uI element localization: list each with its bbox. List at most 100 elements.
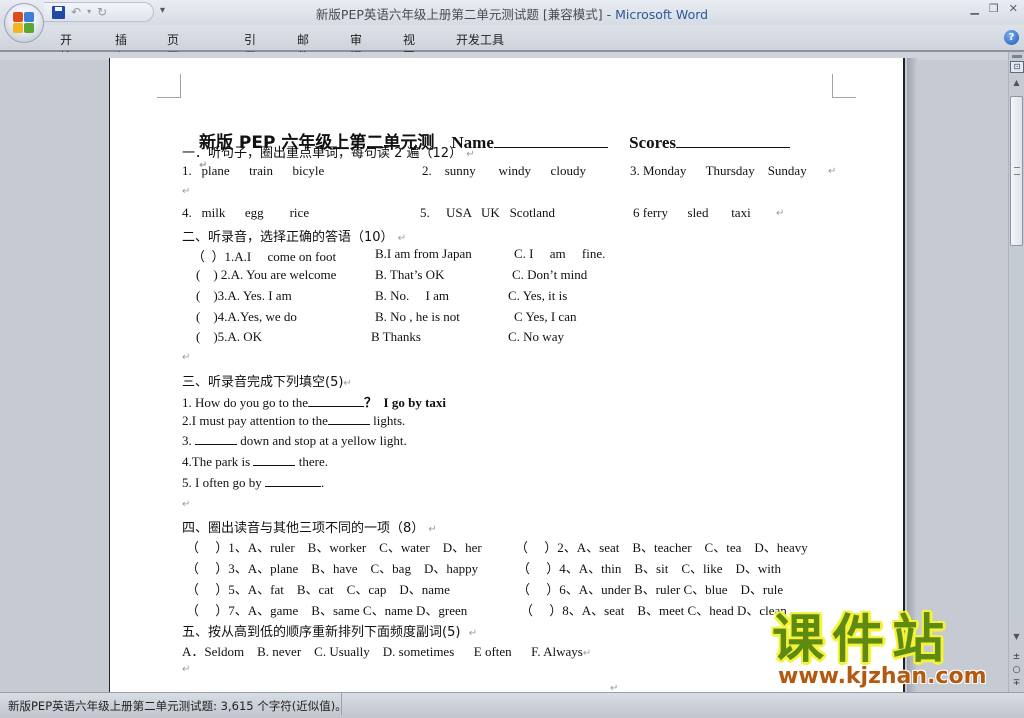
s2-item4-b: B. No , he is not	[375, 309, 460, 324]
status-divider	[341, 693, 342, 715]
split-handle[interactable]	[1012, 55, 1022, 58]
s1-row2-group3: 6 ferry sled taxi	[633, 205, 751, 220]
previous-page-button[interactable]: ±	[1009, 652, 1024, 662]
paragraph-mark: ↵	[466, 149, 475, 160]
s3-item5: 5. I often go by .	[182, 475, 324, 491]
s3-item3: 3. down and stop at a yellow light.	[182, 433, 407, 449]
section4-heading-text: 四、圈出读音与其他三项不同的一项（8）	[182, 521, 425, 536]
s1-row2-group1: 4. milk egg rice	[182, 205, 310, 220]
s5-options-text: A．Seldom B. never C. Usually D. sometime…	[182, 644, 583, 659]
s4-item5: （ ）5、A、fat B、cat C、cap D、name	[186, 582, 450, 597]
paragraph-mark: ↵	[468, 628, 478, 639]
s2-item5-c: C. No way	[508, 329, 564, 344]
restore-button[interactable]: ❐	[989, 2, 999, 15]
s3-item2-text: 2.I must pay attention to the	[182, 413, 328, 428]
s2-item1-c: C. I am fine.	[514, 246, 606, 261]
s3-item5-text: 5. I often go by	[182, 475, 266, 490]
s2-item2-a: ( ) 2.A. You are welcome	[196, 267, 337, 282]
s4-item2: （ ）2、A、seat B、teacher C、tea D、heavy	[515, 540, 808, 555]
scores-label: Scores	[629, 133, 677, 152]
s2-item5-a: ( )5.A. OK	[196, 329, 263, 344]
s2-item2-b: B. That’s OK	[375, 267, 445, 282]
watermark-url: www.kjzhan.com	[778, 664, 987, 689]
scores-blank[interactable]	[676, 134, 791, 148]
margin-corner-top-right	[832, 74, 856, 98]
section1-heading: 一．听句子，圈出重点单词，每句读 2 遍（12） ↵	[182, 142, 475, 161]
fill-blank[interactable]	[253, 454, 296, 466]
s2-item3-b: B. No. I am	[375, 288, 450, 303]
paragraph-mark: ↵	[397, 233, 407, 244]
section1-heading-text: 一．听句子，圈出重点单词，每句读 2 遍（12）	[182, 146, 463, 161]
paragraph-mark: ↵	[182, 664, 191, 675]
s3-item3-rest: down and stop at a yellow light.	[237, 433, 407, 448]
section3-heading-text: 三、听录音完成下列填空(5)	[182, 375, 344, 390]
section5-heading: 五、按从高到低的顺序重新排列下面频度副词(5) ↵	[182, 621, 477, 640]
paragraph-mark: ↵	[182, 352, 191, 363]
status-word-count[interactable]: 新版PEP英语六年级上册第二单元测试题: 3,615 个字符(近似值)。	[8, 698, 347, 714]
customize-qat-icon[interactable]: ▾	[160, 5, 165, 16]
s3-item1-text: 1. How do you go to the	[182, 395, 309, 410]
s3-item1-rest: ？ I go by taxi	[364, 395, 447, 410]
paragraph-mark: ↵	[343, 378, 352, 389]
s3-item2-rest: lights.	[369, 413, 406, 428]
s1-row1-group2: 2. sunny windy cloudy	[422, 163, 586, 178]
document-title: 新版PEP英语六年级上册第二单元测试题 [兼容模式] -	[315, 7, 616, 22]
window-controls: ▁ ❐ ✕	[970, 2, 1018, 15]
name-blank[interactable]	[493, 134, 608, 148]
undo-dropdown-icon[interactable]: ▾	[87, 8, 91, 16]
paragraph-mark: ↵	[428, 524, 437, 535]
office-button[interactable]	[4, 3, 44, 43]
s3-item1: 1. How do you go to the ？ I go by taxi	[182, 392, 446, 411]
office-logo-icon	[13, 12, 35, 34]
s2-item1-a: （ ）1.A.I come on foot	[192, 249, 337, 264]
undo-icon[interactable]: ↶	[71, 6, 81, 18]
s2-item4-c: C Yes, I can	[514, 309, 577, 324]
paragraph-mark: ↵	[182, 499, 191, 510]
s2-item1-b: B.I am from Japan	[375, 246, 472, 261]
s3-item4-text: 4.The park is	[182, 454, 254, 469]
s2-item4-a: ( )4.A.Yes, we do	[196, 309, 297, 324]
s1-row1-group1: 1. plane train bicyle	[182, 163, 325, 178]
fill-blank[interactable]	[195, 433, 237, 445]
vertical-scrollbar[interactable]: ⊡ ▲ ▼ ± ○ ∓	[1008, 52, 1024, 692]
scroll-down-button[interactable]: ▼	[1009, 630, 1024, 644]
s2-item5-b: B Thanks	[371, 329, 421, 344]
paragraph-mark: ↵	[582, 648, 592, 659]
s3-item4-rest: there.	[295, 454, 328, 469]
redo-icon[interactable]: ↻	[97, 6, 107, 18]
minimize-button[interactable]: ▁	[970, 2, 978, 15]
app-name: Microsoft Word	[615, 7, 709, 22]
help-icon[interactable]: ?	[1004, 30, 1019, 45]
paragraph-mark: ↵	[182, 186, 191, 197]
ribbon: 开始 插入 页面布局 引用 邮件 审阅 视图 开发工具 ?	[0, 25, 1024, 98]
s3-item5-rest: .	[321, 475, 325, 490]
s2-item3-a: ( )3.A. Yes. I am	[196, 288, 292, 303]
status-bar: 新版PEP英语六年级上册第二单元测试题: 3,615 个字符(近似值)。	[0, 692, 1024, 718]
s2-item3-c: C. Yes, it is	[508, 288, 568, 303]
fill-blank[interactable]	[265, 475, 322, 487]
s3-item4: 4.The park is there.	[182, 454, 328, 470]
s4-item1: （ ）1、A、ruler B、worker C、water D、her	[186, 540, 482, 555]
page-shadow	[907, 58, 917, 692]
fill-blank[interactable]	[327, 413, 370, 425]
next-page-button[interactable]: ∓	[1009, 678, 1024, 688]
quick-access-toolbar: ↶ ▾ ↻	[44, 2, 154, 22]
select-browse-object-button[interactable]: ○	[1009, 665, 1024, 675]
section3-heading: 三、听录音完成下列填空(5)↵	[182, 371, 352, 390]
close-button[interactable]: ✕	[1009, 2, 1018, 15]
scroll-up-button[interactable]: ▲	[1009, 76, 1024, 90]
save-icon[interactable]	[52, 5, 65, 19]
section5-heading-text: 五、按从高到低的顺序重新排列下面频度副词(5)	[182, 625, 461, 640]
view-ruler-icon[interactable]: ⊡	[1010, 61, 1024, 73]
fill-blank[interactable]	[308, 395, 365, 407]
s4-item6: （ ）6、A、under B、ruler C、blue D、rule	[517, 582, 784, 597]
scroll-thumb[interactable]	[1010, 96, 1023, 246]
paragraph-mark: ↵	[776, 208, 785, 219]
s3-item3-text: 3.	[182, 433, 195, 448]
watermark-text: 课件站	[772, 610, 953, 670]
margin-corner-top-left	[157, 74, 181, 98]
tab-developer[interactable]: 开发工具	[456, 31, 526, 48]
section2-heading: 二、听录音，选择正确的答语（10） ↵	[182, 226, 406, 245]
s4-item7: （ ）7、A、game B、same C、name D、green	[186, 603, 468, 618]
s4-item4: （ ）4、A、thin B、sit C、like D、with	[517, 561, 781, 576]
